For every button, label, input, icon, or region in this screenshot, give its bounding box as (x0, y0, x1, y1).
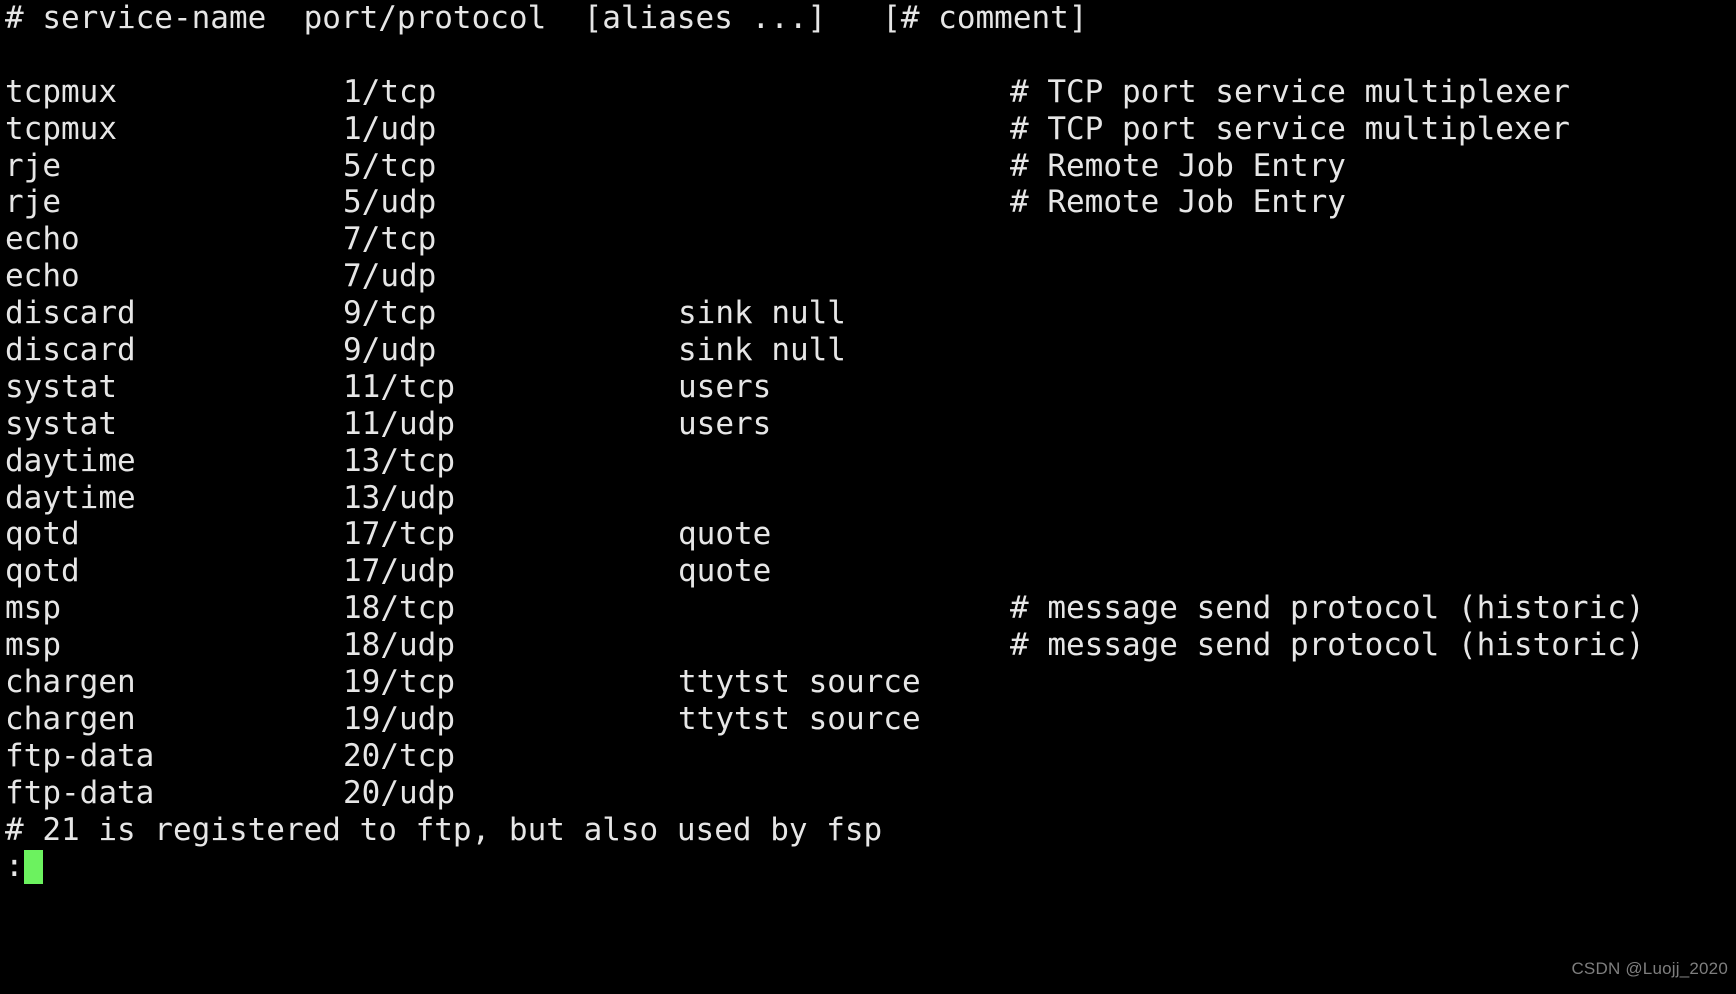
service-name-cell: ftp-data (5, 774, 155, 811)
service-row: qotd 17/udp quote (0, 553, 1736, 590)
service-row: echo 7/udp (0, 258, 1736, 295)
service-name-cell: chargen (5, 700, 136, 737)
port-protocol-cell: 1/tcp (343, 73, 437, 110)
aliases-cell: users (678, 405, 772, 442)
service-name-cell: systat (5, 368, 117, 405)
services-header-line: # service-name port/protocol [aliases ..… (0, 0, 1736, 37)
port-protocol-cell: 18/tcp (343, 590, 455, 627)
port-protocol-cell: 13/tcp (343, 442, 455, 479)
port-protocol-cell: 13/udp (343, 479, 455, 516)
terminal-screen[interactable]: # service-name port/protocol [aliases ..… (0, 0, 1736, 994)
service-row: daytime 13/udp (0, 480, 1736, 517)
service-name-cell: daytime (5, 442, 136, 479)
service-name-cell: discard (5, 332, 136, 369)
pager-prompt-symbol: : (5, 848, 24, 885)
comment-cell: # Remote Job Entry (1010, 184, 1346, 221)
service-row: discard 9/udp sink null (0, 332, 1736, 369)
service-name-cell: rje (5, 184, 61, 221)
service-row: systat 11/udp users (0, 406, 1736, 443)
pager-prompt-line[interactable]: : (0, 848, 1736, 885)
service-row: msp 18/udp # message send protocol (histor… (0, 627, 1736, 664)
service-name-cell: chargen (5, 664, 136, 701)
service-name-cell: qotd (5, 553, 80, 590)
service-row: daytime 13/tcp (0, 443, 1736, 480)
watermark-label: CSDN @Luojj_2020 (1571, 959, 1728, 979)
service-row: rje 5/udp # Remote Job Entry (0, 184, 1736, 221)
service-row: tcpmux 1/tcp # TCP port service multiplexe… (0, 74, 1736, 111)
aliases-cell: sink null (678, 295, 846, 332)
aliases-cell: ttytst source (678, 664, 921, 701)
services-header-text: # service-name port/protocol [aliases ..… (5, 0, 1088, 36)
comment-cell: # message send protocol (historic) (1010, 627, 1645, 664)
aliases-cell: sink null (678, 332, 846, 369)
port-protocol-cell: 7/tcp (343, 221, 437, 258)
service-name-cell: qotd (5, 516, 80, 553)
service-name-cell: ftp-data (5, 737, 155, 774)
services-rows: tcpmux 1/tcp # TCP port service multiplexe… (0, 74, 1736, 812)
port-protocol-cell: 5/udp (343, 184, 437, 221)
port-protocol-cell: 19/udp (343, 700, 455, 737)
service-row: tcpmux 1/udp # TCP port service multiplexe… (0, 111, 1736, 148)
service-row: systat 11/tcp users (0, 369, 1736, 406)
port-protocol-cell: 17/udp (343, 553, 455, 590)
port-protocol-cell: 17/tcp (343, 516, 455, 553)
port-protocol-cell: 9/tcp (343, 295, 437, 332)
comment-cell: # Remote Job Entry (1010, 147, 1346, 184)
port-protocol-cell: 20/tcp (343, 737, 455, 774)
service-row: qotd 17/tcp quote (0, 516, 1736, 553)
service-name-cell: daytime (5, 479, 136, 516)
port-protocol-cell: 11/tcp (343, 368, 455, 405)
service-name-cell: tcpmux (5, 73, 117, 110)
aliases-cell: ttytst source (678, 700, 921, 737)
aliases-cell: quote (678, 516, 772, 553)
comment-cell: # TCP port service multiplexer (1010, 110, 1570, 147)
text-cursor (24, 850, 43, 885)
service-name-cell: rje (5, 147, 61, 184)
service-row: rje 5/tcp # Remote Job Entry (0, 148, 1736, 185)
service-row: discard 9/tcp sink null (0, 295, 1736, 332)
trailing-comment-text: # 21 is registered to ftp, but also used… (5, 811, 883, 848)
service-row: ftp-data 20/udp (0, 775, 1736, 812)
service-row: echo 7/tcp (0, 221, 1736, 258)
aliases-cell: users (678, 368, 772, 405)
port-protocol-cell: 5/tcp (343, 147, 437, 184)
service-row: chargen 19/tcp ttytst source (0, 664, 1736, 701)
comment-cell: # message send protocol (historic) (1010, 590, 1645, 627)
port-protocol-cell: 7/udp (343, 258, 437, 295)
service-row: chargen 19/udp ttytst source (0, 701, 1736, 738)
aliases-cell: quote (678, 553, 772, 590)
service-name-cell: tcpmux (5, 110, 117, 147)
service-name-cell: discard (5, 295, 136, 332)
port-protocol-cell: 19/tcp (343, 664, 455, 701)
service-name-cell: systat (5, 405, 117, 442)
port-protocol-cell: 11/udp (343, 405, 455, 442)
service-name-cell: msp (5, 627, 61, 664)
port-protocol-cell: 9/udp (343, 332, 437, 369)
service-name-cell: echo (5, 258, 80, 295)
service-row: ftp-data 20/tcp (0, 738, 1736, 775)
trailing-comment-line: # 21 is registered to ftp, but also used… (0, 812, 1736, 849)
service-row: msp 18/tcp # message send protocol (histor… (0, 590, 1736, 627)
port-protocol-cell: 20/udp (343, 774, 455, 811)
comment-cell: # TCP port service multiplexer (1010, 73, 1570, 110)
service-name-cell: msp (5, 590, 61, 627)
port-protocol-cell: 18/udp (343, 627, 455, 664)
service-name-cell: echo (5, 221, 80, 258)
port-protocol-cell: 1/udp (343, 110, 437, 147)
